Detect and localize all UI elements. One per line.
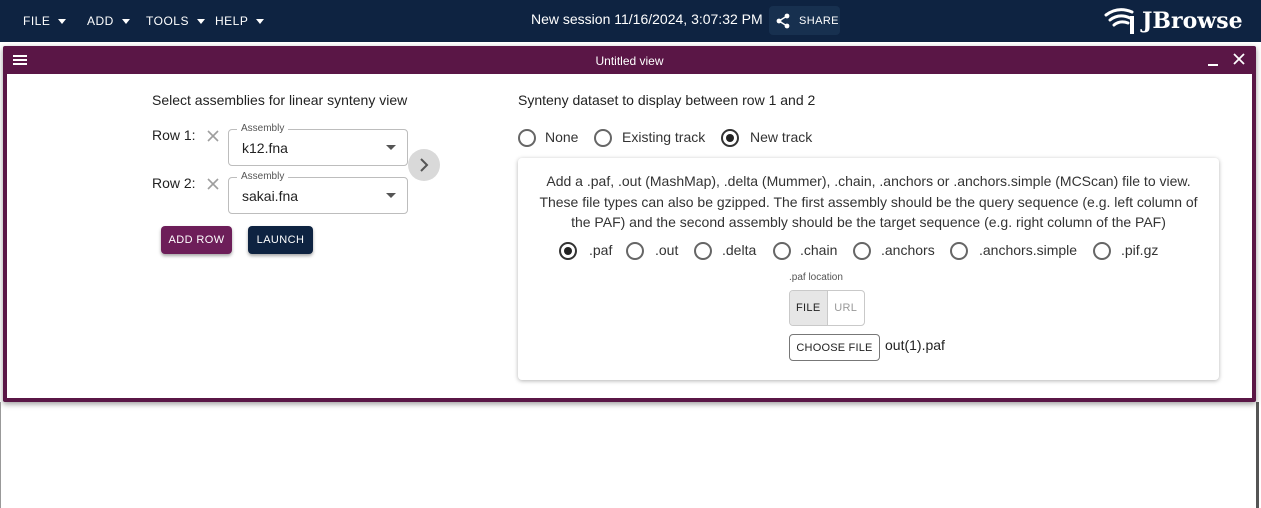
expand-button[interactable] xyxy=(408,149,440,181)
radio-new-track[interactable] xyxy=(721,129,739,147)
share-icon xyxy=(776,13,790,28)
row-1-assembly-select[interactable]: Assembly k12.fna xyxy=(228,123,408,166)
radio-existing-track-label[interactable]: Existing track xyxy=(622,129,705,145)
help-menu-label: HELP xyxy=(215,14,249,28)
row-1-label: Row 1: xyxy=(152,127,196,143)
file-menu[interactable]: FILE xyxy=(23,0,67,42)
file-location-label: .paf location xyxy=(789,272,843,283)
clear-row-2-icon[interactable] xyxy=(206,177,220,191)
format-out-label[interactable]: .out xyxy=(655,242,678,258)
row-2-assembly-select[interactable]: Assembly sakai.fna xyxy=(228,171,408,214)
assembly-selection-heading: Select assemblies for linear synteny vie… xyxy=(152,92,408,108)
view-body: Select assemblies for linear synteny vie… xyxy=(7,74,1252,398)
add-row-button[interactable]: ADD ROW xyxy=(161,226,232,254)
row-1-assembly-legend: Assembly xyxy=(237,123,289,134)
caret-down-icon xyxy=(121,18,130,24)
format-pif-gz-label[interactable]: .pif.gz xyxy=(1121,242,1158,258)
choose-file-button[interactable]: CHOOSE FILE xyxy=(789,334,880,361)
radio-none[interactable] xyxy=(518,129,536,147)
tools-menu[interactable]: TOOLS xyxy=(146,0,205,42)
row-2-label: Row 2: xyxy=(152,175,196,191)
radio-format-pif-gz[interactable] xyxy=(1093,242,1111,260)
format-paf-label[interactable]: .paf xyxy=(589,242,612,258)
view-title[interactable]: Untitled view xyxy=(3,54,1256,68)
row-2-assembly-value: sakai.fna xyxy=(242,188,299,204)
caret-down-icon xyxy=(256,18,265,24)
new-track-card: Add a .paf, .out (MashMap), .delta (Mumm… xyxy=(518,158,1219,380)
file-menu-label: FILE xyxy=(23,14,51,28)
format-chain-label[interactable]: .chain xyxy=(800,242,837,258)
page-scrollbar[interactable] xyxy=(1256,402,1259,508)
radio-format-chain[interactable] xyxy=(773,242,791,260)
row-1-assembly-value: k12.fna xyxy=(242,140,288,156)
jbrowse-logo-icon xyxy=(1104,8,1134,34)
share-button[interactable]: SHARE xyxy=(769,6,840,35)
help-menu[interactable]: HELP xyxy=(215,0,265,42)
tools-menu-label: TOOLS xyxy=(146,14,189,28)
session-title[interactable]: New session 11/16/2024, 3:07:32 PM xyxy=(531,11,763,27)
synteny-dataset-heading: Synteny dataset to display between row 1… xyxy=(518,92,816,108)
close-icon[interactable] xyxy=(1232,52,1246,66)
logo-text: JBrowse xyxy=(1142,8,1243,34)
format-anchors-label[interactable]: .anchors xyxy=(881,242,935,258)
row-2-assembly-legend: Assembly xyxy=(237,171,289,182)
add-menu[interactable]: ADD xyxy=(87,0,130,42)
format-anchors-simple-label[interactable]: .anchors.simple xyxy=(979,242,1077,258)
clear-row-1-icon[interactable] xyxy=(206,129,220,143)
toggle-file[interactable]: FILE xyxy=(790,291,828,325)
jbrowse-logo: JBrowse xyxy=(1104,6,1243,36)
selected-file-name: out(1).paf xyxy=(885,337,945,353)
radio-format-anchors-simple[interactable] xyxy=(950,242,968,260)
launch-button[interactable]: LAUNCH xyxy=(248,226,313,254)
app-bar: FILE ADD TOOLS HELP New session 11/16/20… xyxy=(0,0,1261,42)
location-type-toggle: FILE URL xyxy=(789,290,865,326)
radio-format-paf[interactable] xyxy=(559,242,577,260)
chevron-right-icon xyxy=(420,158,429,172)
share-label: SHARE xyxy=(799,14,839,27)
view-header: Untitled view xyxy=(3,46,1256,73)
caret-down-icon xyxy=(386,145,396,150)
radio-none-label[interactable]: None xyxy=(545,129,578,145)
minimize-icon[interactable] xyxy=(1207,52,1219,66)
caret-down-icon xyxy=(386,193,396,198)
radio-format-out[interactable] xyxy=(626,242,644,260)
file-type-description: Add a .paf, .out (MashMap), .delta (Mumm… xyxy=(539,173,1198,230)
synteny-view-window: Untitled view Select assemblies for line… xyxy=(3,46,1256,402)
radio-format-anchors[interactable] xyxy=(853,242,871,260)
radio-existing-track[interactable] xyxy=(594,129,612,147)
toggle-url[interactable]: URL xyxy=(828,291,865,325)
format-delta-label[interactable]: .delta xyxy=(722,242,756,258)
caret-down-icon xyxy=(58,18,67,24)
radio-format-delta[interactable] xyxy=(694,242,712,260)
radio-new-track-label[interactable]: New track xyxy=(750,129,812,145)
add-menu-label: ADD xyxy=(87,14,114,28)
caret-down-icon xyxy=(196,18,205,24)
page-left-edge xyxy=(0,402,1,508)
